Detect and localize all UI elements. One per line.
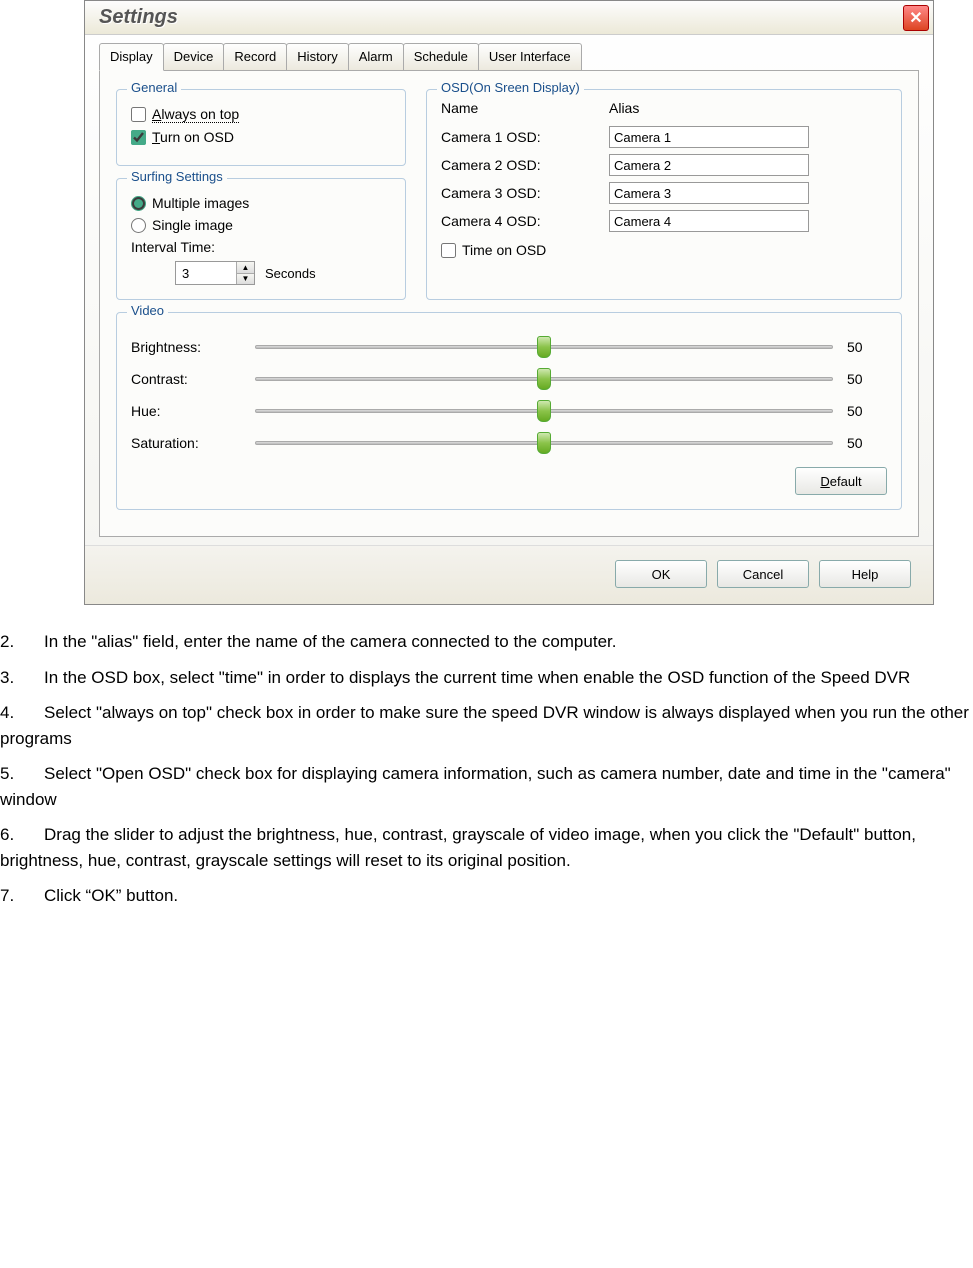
osd-row-name: Camera 4 OSD: bbox=[441, 213, 601, 229]
interval-unit: Seconds bbox=[265, 266, 316, 281]
osd-legend: OSD(On Sreen Display) bbox=[437, 80, 584, 95]
tab-user-interface[interactable]: User Interface bbox=[478, 43, 582, 70]
time-on-osd-checkbox[interactable] bbox=[441, 243, 456, 258]
video-group: Video Brightness: 50 Contrast: 50 Hue: 5… bbox=[116, 312, 902, 510]
osd-group: OSD(On Sreen Display) Name Alias Camera … bbox=[426, 89, 902, 300]
surfing-legend: Surfing Settings bbox=[127, 169, 227, 184]
brightness-row: Brightness: 50 bbox=[131, 339, 887, 355]
step-2-text: In the "alias" field, enter the name of … bbox=[44, 632, 616, 651]
osd-row-name: Camera 2 OSD: bbox=[441, 157, 601, 173]
slider-thumb-icon[interactable] bbox=[537, 432, 551, 454]
saturation-slider[interactable] bbox=[255, 441, 833, 445]
default-button[interactable]: Default bbox=[795, 467, 887, 495]
osd-row-name: Camera 1 OSD: bbox=[441, 129, 601, 145]
step-5-text: Select "Open OSD" check box for displayi… bbox=[0, 764, 951, 809]
saturation-label: Saturation: bbox=[131, 435, 241, 451]
tab-schedule[interactable]: Schedule bbox=[403, 43, 479, 70]
step-number: 4. bbox=[0, 700, 44, 726]
help-button[interactable]: Help bbox=[819, 560, 911, 588]
step-number: 6. bbox=[0, 822, 44, 848]
spinner-down-icon[interactable]: ▼ bbox=[237, 274, 254, 285]
slider-thumb-icon[interactable] bbox=[537, 336, 551, 358]
hue-slider[interactable] bbox=[255, 409, 833, 413]
time-on-osd-label: Time on OSD bbox=[462, 242, 546, 258]
osd-alias-header: Alias bbox=[609, 100, 809, 116]
interval-input[interactable] bbox=[176, 262, 236, 284]
osd-name-header: Name bbox=[441, 100, 601, 116]
titlebar: Settings ✕ bbox=[85, 1, 933, 35]
dialog-buttons: OK Cancel Help bbox=[85, 545, 933, 604]
osd-alias-input-4[interactable] bbox=[609, 210, 809, 232]
single-image-radio[interactable] bbox=[131, 218, 146, 233]
osd-row-name: Camera 3 OSD: bbox=[441, 185, 601, 201]
brightness-label: Brightness: bbox=[131, 339, 241, 355]
multiple-images-label: Multiple images bbox=[152, 195, 249, 211]
contrast-row: Contrast: 50 bbox=[131, 371, 887, 387]
step-4-text: Select "always on top" check box in orde… bbox=[0, 703, 969, 748]
interval-spinner[interactable]: ▲ ▼ bbox=[175, 261, 255, 285]
saturation-row: Saturation: 50 bbox=[131, 435, 887, 451]
general-group: General Always on top Turn on OSD bbox=[116, 89, 406, 166]
tab-history[interactable]: History bbox=[286, 43, 348, 70]
brightness-value: 50 bbox=[847, 339, 887, 355]
tab-display[interactable]: Display bbox=[99, 43, 164, 71]
step-6-text: Drag the slider to adjust the brightness… bbox=[0, 825, 916, 870]
step-number: 3. bbox=[0, 665, 44, 691]
step-3-text: In the OSD box, select "time" in order t… bbox=[44, 668, 910, 687]
single-image-label: Single image bbox=[152, 217, 233, 233]
hue-value: 50 bbox=[847, 403, 887, 419]
step-7-text: Click “OK” button. bbox=[44, 886, 178, 905]
video-legend: Video bbox=[127, 303, 168, 318]
saturation-value: 50 bbox=[847, 435, 887, 451]
slider-thumb-icon[interactable] bbox=[537, 400, 551, 422]
tab-device[interactable]: Device bbox=[163, 43, 225, 70]
osd-alias-input-2[interactable] bbox=[609, 154, 809, 176]
turn-on-osd-label: Turn on OSD bbox=[152, 129, 234, 145]
spinner-up-icon[interactable]: ▲ bbox=[237, 262, 254, 274]
contrast-value: 50 bbox=[847, 371, 887, 387]
multiple-images-radio[interactable] bbox=[131, 196, 146, 211]
interval-label: Interval Time: bbox=[131, 239, 391, 255]
step-number: 5. bbox=[0, 761, 44, 787]
step-number: 7. bbox=[0, 883, 44, 909]
tab-alarm[interactable]: Alarm bbox=[348, 43, 404, 70]
hue-label: Hue: bbox=[131, 403, 241, 419]
tab-record[interactable]: Record bbox=[223, 43, 287, 70]
slider-thumb-icon[interactable] bbox=[537, 368, 551, 390]
cancel-button[interactable]: Cancel bbox=[717, 560, 809, 588]
contrast-label: Contrast: bbox=[131, 371, 241, 387]
turn-on-osd-checkbox[interactable] bbox=[131, 130, 146, 145]
dialog-title: Settings bbox=[99, 6, 178, 29]
always-on-top-label: Always on top bbox=[152, 106, 239, 123]
contrast-slider[interactable] bbox=[255, 377, 833, 381]
settings-dialog: Settings ✕ Display Device Record History… bbox=[84, 0, 934, 605]
tabstrip: Display Device Record History Alarm Sche… bbox=[85, 35, 933, 70]
instructions-text: 2.In the "alias" field, enter the name o… bbox=[0, 615, 973, 939]
close-icon[interactable]: ✕ bbox=[903, 5, 929, 31]
surfing-group: Surfing Settings Multiple images Single … bbox=[116, 178, 406, 300]
general-legend: General bbox=[127, 80, 181, 95]
brightness-slider[interactable] bbox=[255, 345, 833, 349]
osd-alias-input-3[interactable] bbox=[609, 182, 809, 204]
osd-alias-input-1[interactable] bbox=[609, 126, 809, 148]
hue-row: Hue: 50 bbox=[131, 403, 887, 419]
always-on-top-checkbox[interactable] bbox=[131, 107, 146, 122]
display-panel: General Always on top Turn on OSD Surfin… bbox=[99, 70, 919, 537]
step-number: 2. bbox=[0, 629, 44, 655]
ok-button[interactable]: OK bbox=[615, 560, 707, 588]
